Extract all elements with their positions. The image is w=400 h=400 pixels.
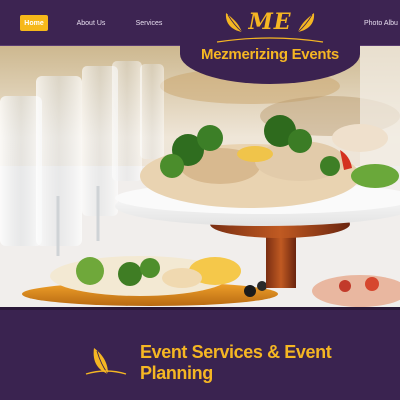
nav-home-link[interactable]: Home — [20, 15, 48, 31]
site-logo[interactable]: ME Mezmerizing Events — [180, 0, 360, 84]
logo-swash — [216, 37, 324, 43]
logo-mark: ME — [222, 8, 317, 36]
section-title: Event Services & Event Planning — [140, 342, 332, 383]
catering-food-photo — [0, 46, 400, 307]
logo-initials: ME — [248, 9, 292, 35]
leaf-right-icon — [297, 13, 314, 33]
lotus-leaf-icon — [85, 348, 127, 375]
hero-image — [0, 46, 400, 307]
nav-about-link[interactable]: About Us — [72, 15, 110, 31]
logo-name: Mezmerizing Events — [201, 46, 339, 63]
leaf-left-icon — [226, 13, 243, 33]
nav-services-link[interactable]: Services — [130, 15, 168, 31]
nav-photo-albums-link[interactable]: Photo Albu — [364, 15, 400, 31]
